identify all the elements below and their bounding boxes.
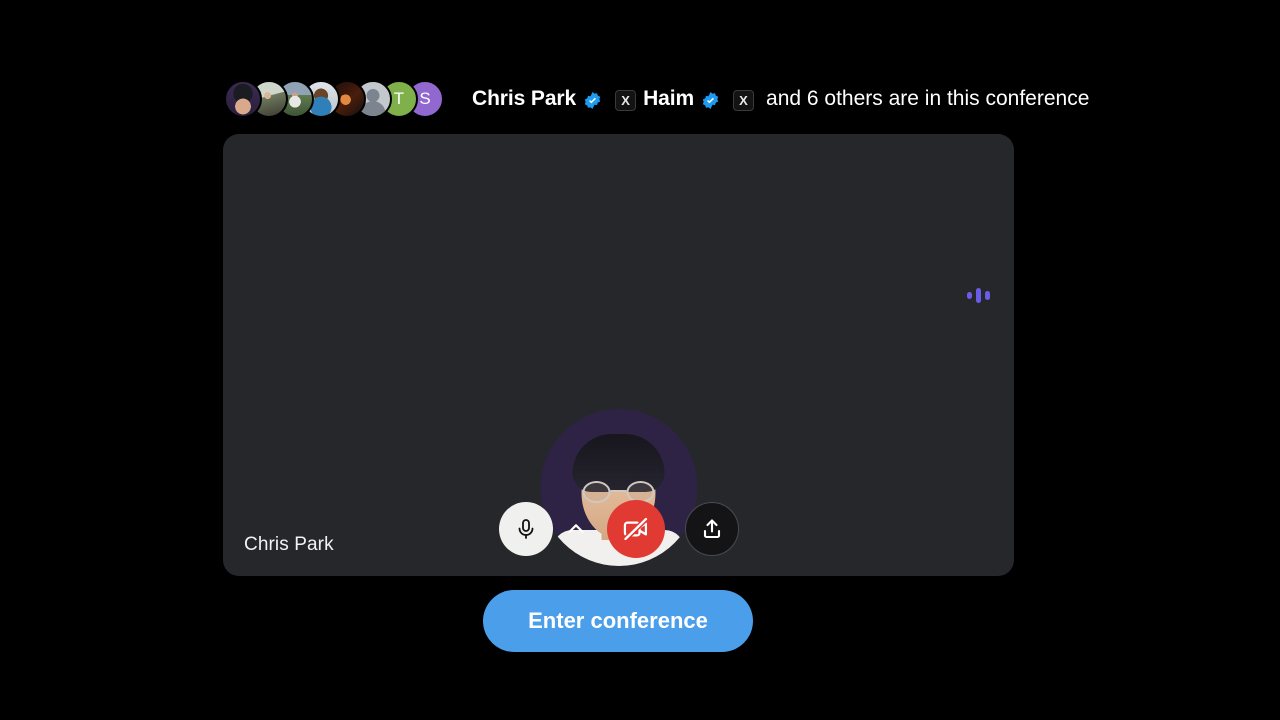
microphone-icon xyxy=(518,519,533,539)
avatar-chris-park[interactable] xyxy=(224,80,262,118)
camera-toggle-button[interactable] xyxy=(606,500,665,558)
enter-conference-button[interactable]: Enter conference xyxy=(483,590,753,652)
verified-badge-icon xyxy=(583,91,602,110)
self-preview-panel: Chris Park xyxy=(223,134,1014,576)
participant-avatar-stack[interactable]: T S xyxy=(224,80,444,118)
share-upload-icon xyxy=(703,519,720,539)
x-platform-badge-1[interactable]: X xyxy=(615,89,637,111)
conference-participants-header: T S Chris Park X Haim X and 6 others are… xyxy=(224,78,1089,120)
camera-off-icon xyxy=(622,516,649,542)
share-screen-button[interactable] xyxy=(684,502,739,556)
level-bar-3 xyxy=(985,290,990,300)
microphone-toggle-button[interactable] xyxy=(498,502,553,556)
chevron-up-icon xyxy=(567,524,584,533)
audio-options-button[interactable] xyxy=(559,502,593,556)
level-bar-1 xyxy=(967,291,972,299)
participant-name-secondary[interactable]: Haim xyxy=(643,87,694,111)
conference-prejoin-screen: T S Chris Park X Haim X and 6 others are… xyxy=(0,0,1280,720)
participant-name-primary[interactable]: Chris Park xyxy=(472,87,576,111)
x-platform-badge-2[interactable]: X xyxy=(733,89,755,111)
level-bar-2 xyxy=(976,287,981,303)
media-controls-bar xyxy=(223,500,1014,558)
verified-badge-icon-2 xyxy=(701,91,720,110)
header-others-text: and 6 others are in this conference xyxy=(766,87,1090,110)
header-participants-text: Chris Park X Haim X and 6 others are in … xyxy=(472,87,1089,111)
audio-level-indicator xyxy=(967,286,990,304)
